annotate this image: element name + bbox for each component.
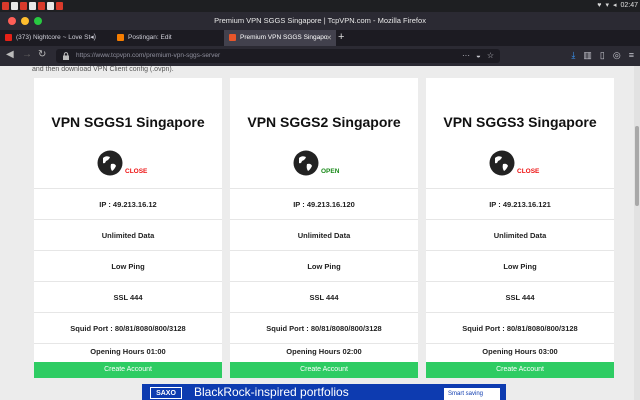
ip-row: IP : 49.213.16.120	[230, 188, 418, 219]
status-badge: CLOSE	[125, 168, 148, 175]
squid-row: Squid Port : 80/81/8080/800/3128	[230, 312, 418, 343]
hours-row: Opening Hours 03:00	[426, 343, 614, 362]
system-tray: ♥ ▾ ◂ 02:47	[597, 1, 638, 10]
globe-icon	[97, 150, 123, 176]
server-card-3: VPN SGGS3 Singapore CLOSE IP : 49.213.16…	[426, 78, 614, 378]
ad-banner[interactable]: SAXO BlackRock-inspired portfolios Smart…	[142, 384, 506, 400]
ip-row: IP : 49.213.16.12	[34, 188, 222, 219]
hours-row: Opening Hours 01:00	[34, 343, 222, 362]
server-name: VPN SGGS3 Singapore	[443, 114, 597, 130]
clock[interactable]: 02:47	[620, 2, 638, 9]
app-icon[interactable]	[20, 2, 27, 10]
server-card-1: VPN SGGS1 Singapore CLOSE IP : 49.213.16…	[34, 78, 222, 378]
page-actions-icon[interactable]: ···	[462, 51, 470, 60]
page-scrollbar[interactable]	[634, 66, 640, 400]
menu-icon[interactable]: ≡	[629, 50, 634, 61]
back-button[interactable]: ◀	[6, 50, 14, 60]
data-row: Unlimited Data	[34, 219, 222, 250]
ip-row: IP : 49.213.16.121	[426, 188, 614, 219]
ping-row: Low Ping	[34, 250, 222, 281]
squid-row: Squid Port : 80/81/8080/800/3128	[426, 312, 614, 343]
tab-bar: (373) Nightcore ~ Love St ◂) Postingan: …	[0, 30, 640, 46]
data-row: Unlimited Data	[230, 219, 418, 250]
app-icon[interactable]	[56, 2, 63, 10]
url-text[interactable]: https://www.tcpvpn.com/premium-vpn-sggs-…	[76, 52, 220, 59]
ssl-row: SSL 444	[230, 281, 418, 312]
intro-text: and then download VPN Client config (.ov…	[32, 66, 174, 73]
app-icon[interactable]	[2, 2, 9, 10]
ad-headline[interactable]: BlackRock-inspired portfolios	[194, 385, 349, 399]
bookmark-star-icon[interactable]: ☆	[487, 51, 494, 60]
close-tab-icon[interactable]: ✕	[326, 34, 332, 42]
page-content: and then download VPN Client config (.ov…	[0, 66, 640, 400]
forward-button[interactable]: →	[22, 50, 32, 60]
account-icon[interactable]: ◎	[613, 50, 621, 61]
os-top-bar: ♥ ▾ ◂ 02:47	[0, 0, 640, 12]
tab-label: Postingan: Edit	[128, 34, 172, 41]
ssl-row: SSL 444	[34, 281, 222, 312]
app-icon[interactable]	[47, 2, 54, 10]
server-name: VPN SGGS2 Singapore	[247, 114, 401, 130]
create-account-button[interactable]: Create Account	[426, 362, 614, 378]
window-title-bar: Premium VPN SGGS Singapore | TcpVPN.com …	[0, 12, 640, 30]
server-name: VPN SGGS1 Singapore	[51, 114, 205, 130]
window-title: Premium VPN SGGS Singapore | TcpVPN.com …	[214, 16, 426, 25]
pocket-icon[interactable]: ◒	[476, 51, 481, 60]
app-icon[interactable]	[29, 2, 36, 10]
library-icon[interactable]: ▥	[583, 50, 592, 61]
globe-icon	[293, 150, 319, 176]
scrollbar-thumb[interactable]	[635, 126, 639, 206]
status-badge: CLOSE	[517, 168, 540, 175]
downloads-icon[interactable]: ⤓	[571, 50, 575, 61]
blogger-icon	[117, 34, 124, 41]
tab-label: (373) Nightcore ~ Love St	[16, 34, 91, 41]
ad-cta-button[interactable]: Smart saving	[444, 388, 500, 400]
ssl-row: SSL 444	[426, 281, 614, 312]
tab-label: Premium VPN SGGS Singapo	[240, 34, 328, 41]
ping-row: Low Ping	[426, 250, 614, 281]
server-card-2: VPN SGGS2 Singapore OPEN IP : 49.213.16.…	[230, 78, 418, 378]
data-row: Unlimited Data	[426, 219, 614, 250]
hours-row: Opening Hours 02:00	[230, 343, 418, 362]
speaker-icon[interactable]: ◂)	[90, 33, 96, 41]
create-account-button[interactable]: Create Account	[230, 362, 418, 378]
tcpvpn-icon	[229, 34, 236, 41]
app-icon[interactable]	[11, 2, 18, 10]
url-bar[interactable]: https://www.tcpvpn.com/premium-vpn-sggs-…	[56, 49, 500, 63]
navigation-bar: ◀ → ↻ https://www.tcpvpn.com/premium-vpn…	[0, 46, 640, 66]
taskbar-apps[interactable]	[2, 2, 63, 10]
lock-icon	[63, 52, 69, 60]
status-badge: OPEN	[321, 168, 340, 175]
youtube-icon	[5, 34, 12, 41]
sidebar-icon[interactable]: ▯	[600, 50, 605, 61]
globe-icon	[489, 150, 515, 176]
tab-youtube[interactable]: (373) Nightcore ~ Love St ◂)	[0, 30, 110, 46]
ping-row: Low Ping	[230, 250, 418, 281]
squid-row: Squid Port : 80/81/8080/800/3128	[34, 312, 222, 343]
ad-logo: SAXO	[150, 387, 182, 399]
tab-tcpvpn[interactable]: Premium VPN SGGS Singapo ✕	[224, 30, 336, 46]
tab-blogger[interactable]: Postingan: Edit	[112, 30, 222, 46]
wifi-icon[interactable]: ▾	[605, 1, 609, 9]
notification-icon[interactable]: ♥	[597, 2, 601, 9]
volume-icon[interactable]: ◂	[613, 1, 617, 9]
new-tab-button[interactable]: +	[338, 31, 344, 43]
create-account-button[interactable]: Create Account	[34, 362, 222, 378]
reload-button[interactable]: ↻	[38, 50, 46, 60]
app-icon[interactable]	[38, 2, 45, 10]
